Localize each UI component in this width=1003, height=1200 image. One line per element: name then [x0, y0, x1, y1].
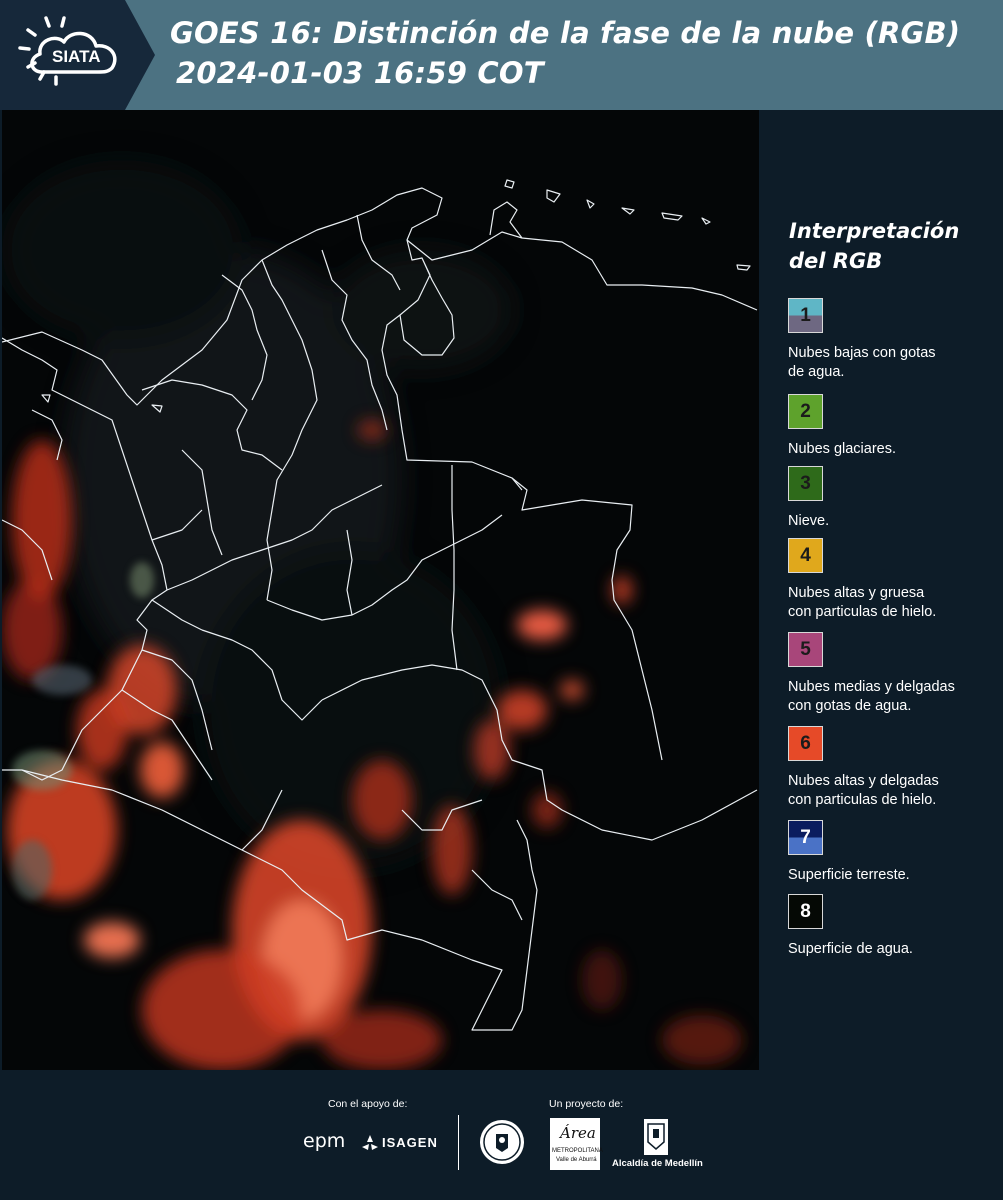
- legend-swatch-8: 8: [788, 894, 823, 929]
- footer-bar: Con el apoyo de: Un proyecto de: epm ISA…: [0, 1070, 1003, 1200]
- legend-number-5: 5: [800, 638, 811, 660]
- legend-label-8: Superficie de agua.: [788, 941, 913, 957]
- legend-label-7: Superficie terreste.: [788, 867, 910, 883]
- legend-number-7: 7: [800, 826, 811, 848]
- isagen-icon: [360, 1133, 380, 1158]
- siata-logo-text: SIATA: [52, 47, 100, 66]
- legend-label-5: Nubes medias y delgadas con gotas de agua…: [788, 679, 955, 714]
- legend-panel: Interpretación del RGB 1 Nubes bajas con…: [760, 110, 1003, 1070]
- legend-swatch-6: 6: [788, 726, 823, 761]
- legend-number-2: 2: [800, 400, 811, 422]
- area-logo-name: Área: [560, 1124, 596, 1142]
- legend-label-1: Nubes bajas con gotas de agua.: [788, 345, 936, 380]
- legend-swatch-3: 3: [788, 466, 823, 501]
- alcaldia-label: Alcaldía de Medellín: [612, 1158, 703, 1169]
- isagen-logo: ISAGEN: [382, 1135, 438, 1150]
- siata-logo: SIATA: [0, 0, 155, 110]
- epm-logo: epm: [303, 1130, 346, 1152]
- legend-number-1: 1: [800, 304, 811, 326]
- area-metropolitana-logo: Área METROPOLITANA Valle de Aburrá: [550, 1118, 603, 1170]
- university-seal-icon: [478, 1118, 526, 1171]
- legend-label-6: Nubes altas y delgadas con particulas de …: [788, 773, 939, 808]
- legend-number-4: 4: [800, 544, 811, 566]
- area-logo-sub1: METROPOLITANA: [552, 1148, 603, 1154]
- footer-divider: [458, 1115, 459, 1170]
- legend-label-3: Nieve.: [788, 513, 830, 529]
- legend-swatch-1: 1: [788, 298, 823, 333]
- header-bar: SIATA GOES 16: Distinción de la fase de …: [0, 0, 1003, 110]
- legend-number-3: 3: [800, 472, 811, 494]
- alcaldia-shield-icon: [643, 1118, 669, 1161]
- legend-swatch-5: 5: [788, 632, 823, 667]
- area-logo-sub2: Valle de Aburrá: [556, 1157, 597, 1163]
- legend-title-line1: Interpretación: [789, 219, 960, 243]
- legend-title-line2: del RGB: [789, 249, 883, 273]
- support-label: Con el apoyo de:: [328, 1098, 408, 1110]
- timestamp: 2024-01-03 16:59 COT: [176, 56, 544, 90]
- legend-swatch-2: 2: [788, 394, 823, 429]
- legend-swatch-4: 4: [788, 538, 823, 573]
- project-label: Un proyecto de:: [549, 1098, 624, 1110]
- satellite-image-map: [2, 110, 759, 1070]
- legend-number-8: 8: [800, 900, 811, 922]
- legend-swatch-7: 7: [788, 820, 823, 855]
- legend-label-2: Nubes glaciares.: [788, 441, 896, 457]
- legend-title: Interpretación del RGB: [789, 216, 959, 276]
- legend-number-6: 6: [800, 732, 811, 754]
- legend-label-4: Nubes altas y gruesa con particulas de hi…: [788, 585, 937, 620]
- page-title: GOES 16: Distinción de la fase de la nub…: [170, 16, 961, 50]
